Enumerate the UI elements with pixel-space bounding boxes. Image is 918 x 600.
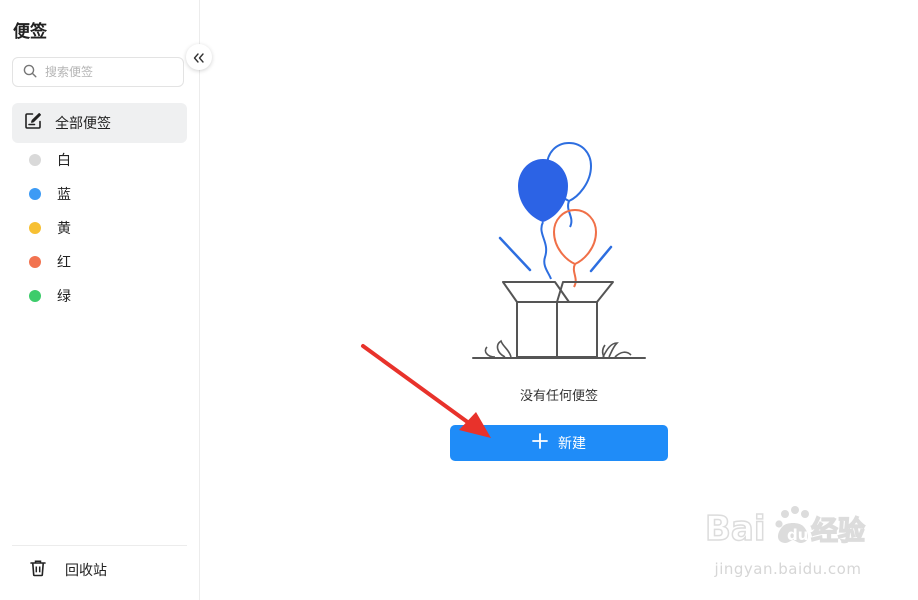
- sidebar-divider: [12, 545, 187, 546]
- color-dot-red: [29, 256, 41, 268]
- sidebar-item-blue[interactable]: 蓝: [29, 184, 71, 204]
- collapse-sidebar-button[interactable]: [186, 44, 212, 70]
- sidebar-item-red[interactable]: 红: [29, 252, 71, 272]
- search-input[interactable]: [43, 64, 177, 80]
- sidebar-item-label: 红: [57, 255, 71, 271]
- red-arrow-annotation: [355, 340, 500, 449]
- trash-label: 回收站: [65, 563, 107, 579]
- watermark-url: jingyan.baidu.com: [714, 560, 862, 578]
- sidebar-item-label: 绿: [57, 289, 71, 305]
- search-icon: [23, 63, 37, 82]
- baidu-jingyan-watermark-logo: Bai du 经验: [703, 500, 873, 564]
- color-dot-white: [29, 154, 41, 166]
- sidebar: 便签 全部便签 白 蓝 黄 红: [0, 0, 200, 600]
- svg-text:经验: 经验: [811, 515, 865, 547]
- sidebar-item-label: 全部便签: [55, 116, 111, 132]
- empty-state-illustration: [465, 135, 655, 369]
- plus-icon: [532, 433, 548, 453]
- color-dot-green: [29, 290, 41, 302]
- new-note-button-label: 新建: [558, 436, 586, 452]
- color-dot-blue: [29, 188, 41, 200]
- sidebar-item-white[interactable]: 白: [29, 150, 71, 170]
- app-title: 便签: [13, 22, 47, 42]
- sidebar-item-label: 白: [57, 153, 71, 169]
- trash-icon: [29, 559, 47, 581]
- sidebar-item-yellow[interactable]: 黄: [29, 218, 71, 238]
- svg-text:du: du: [787, 526, 808, 544]
- svg-text:Bai: Bai: [705, 509, 766, 549]
- double-chevron-left-icon: [193, 48, 205, 67]
- sidebar-item-label: 蓝: [57, 187, 71, 203]
- search-box[interactable]: [12, 57, 184, 87]
- edit-note-icon: [24, 112, 42, 134]
- sidebar-item-green[interactable]: 绿: [29, 286, 71, 306]
- sidebar-item-label: 黄: [57, 221, 71, 237]
- color-dot-yellow: [29, 222, 41, 234]
- sidebar-item-all-notes[interactable]: 全部便签: [12, 103, 187, 143]
- sidebar-item-trash[interactable]: 回收站: [29, 559, 107, 581]
